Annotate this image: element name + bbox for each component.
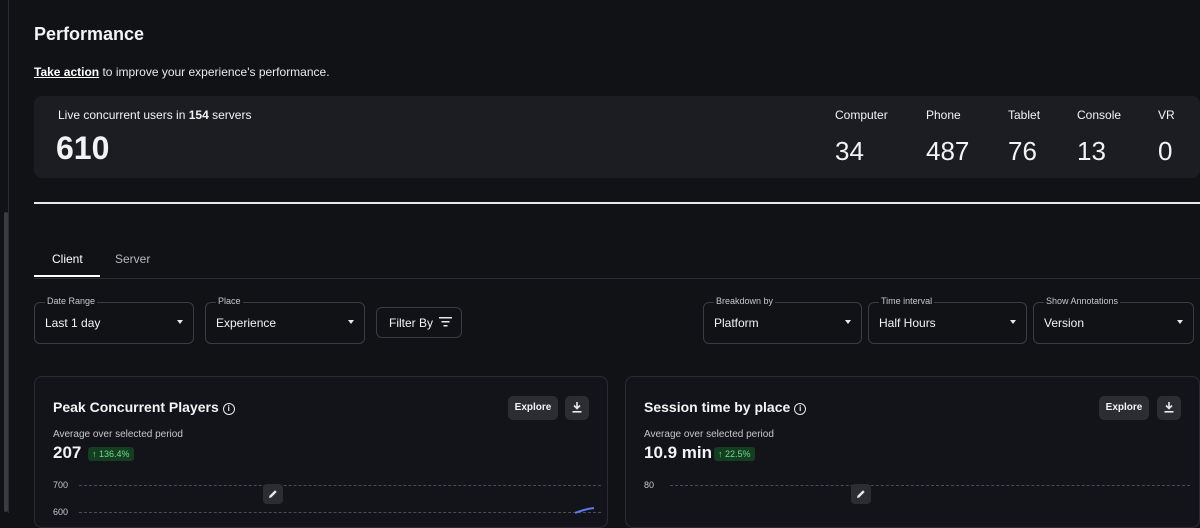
avg-label: Average over selected period xyxy=(53,429,183,440)
section-divider xyxy=(34,202,1200,204)
peak-concurrent-card: Peak Concurrent Players i Explore Average… xyxy=(34,376,608,528)
gridline xyxy=(670,485,1190,486)
page-title: Performance xyxy=(34,24,145,44)
take-action-link[interactable]: Take action xyxy=(34,65,99,79)
y-tick: 700 xyxy=(53,480,69,490)
tab-bar: Client Server xyxy=(34,240,1200,279)
live-users-total: 610 xyxy=(56,130,110,166)
edit-annotation-button[interactable] xyxy=(851,484,871,504)
gridline xyxy=(79,485,601,486)
annotations-select[interactable]: Show Annotations Version xyxy=(1033,296,1194,344)
edit-annotation-button[interactable] xyxy=(263,484,283,504)
download-icon xyxy=(1164,402,1174,413)
platform-console: Console 13 xyxy=(1077,108,1122,166)
live-users-card: Live concurrent users in 154 servers 610… xyxy=(34,96,1200,178)
tab-client[interactable]: Client xyxy=(52,252,83,266)
server-count: 154 xyxy=(188,108,209,122)
breakdown-select[interactable]: Breakdown by Platform xyxy=(703,296,862,344)
card-title: Peak Concurrent Players i xyxy=(53,399,235,415)
filter-by-button[interactable]: Filter By xyxy=(376,307,462,338)
time-interval-select[interactable]: Time interval Half Hours xyxy=(868,296,1027,344)
caret-down-icon xyxy=(1177,320,1183,324)
avg-label: Average over selected period xyxy=(644,429,774,440)
card-title: Session time by place i xyxy=(644,399,807,415)
page-subtitle: Take action to improve your experience's… xyxy=(34,65,330,79)
caret-down-icon xyxy=(845,320,851,324)
y-tick: 600 xyxy=(53,507,69,517)
session-time-card: Session time by place i Explore Average o… xyxy=(625,376,1200,528)
pencil-icon xyxy=(857,490,865,498)
platform-computer: Computer 34 xyxy=(835,108,888,166)
filter-icon xyxy=(439,317,452,327)
sidebar-border xyxy=(8,0,9,513)
explore-button[interactable]: Explore xyxy=(1099,396,1149,420)
platform-vr: VR 0 xyxy=(1158,108,1175,166)
caret-down-icon xyxy=(348,320,354,324)
info-icon[interactable]: i xyxy=(794,403,807,415)
date-range-select[interactable]: Date Range Last 1 day xyxy=(34,296,194,344)
platform-tablet: Tablet 76 xyxy=(1008,108,1041,166)
download-button[interactable] xyxy=(565,396,589,420)
metric-value: 10.9 min xyxy=(644,443,713,462)
change-badge: ↑ 136.4% xyxy=(88,447,134,461)
change-badge: ↑ 22.5% xyxy=(714,447,755,461)
caret-down-icon xyxy=(1010,320,1016,324)
tab-server[interactable]: Server xyxy=(115,252,150,266)
place-select[interactable]: Place Experience xyxy=(205,296,365,344)
caret-down-icon xyxy=(177,320,183,324)
subtitle-text: to improve your experience's performance… xyxy=(99,65,330,79)
pencil-icon xyxy=(269,490,277,498)
y-tick: 80 xyxy=(644,480,655,490)
download-icon xyxy=(572,402,582,413)
chart-line xyxy=(575,507,595,514)
explore-button[interactable]: Explore xyxy=(508,396,558,420)
live-users-label: Live concurrent users in 154 servers xyxy=(58,108,252,122)
download-button[interactable] xyxy=(1157,396,1181,420)
platform-phone: Phone 487 xyxy=(926,108,970,166)
info-icon[interactable]: i xyxy=(222,403,235,415)
metric-value: 207 xyxy=(53,443,82,462)
active-tab-indicator xyxy=(34,275,100,277)
scrollbar[interactable] xyxy=(4,212,8,512)
